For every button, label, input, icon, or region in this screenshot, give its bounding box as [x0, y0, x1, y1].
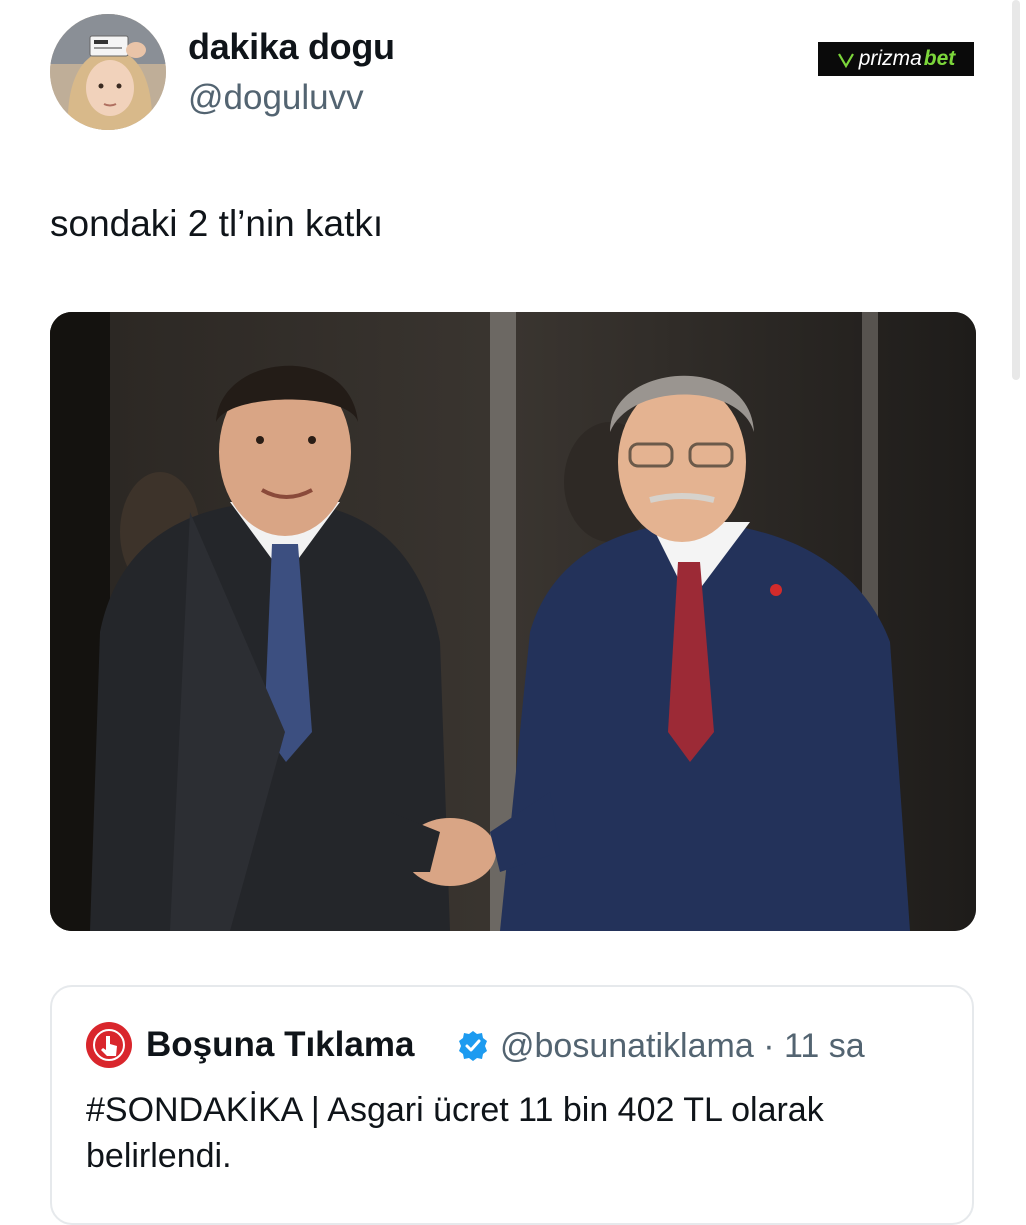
tweet-photo[interactable] — [50, 312, 976, 931]
quoted-account-avatar-icon[interactable] — [86, 1022, 132, 1068]
author-handle[interactable]: @doguluvv — [188, 78, 364, 118]
quoted-timestamp[interactable]: 11 sa — [784, 1027, 865, 1065]
author-avatar[interactable] — [50, 14, 166, 130]
avatar-image — [50, 14, 166, 130]
quoted-meta: @bosunatiklama · 11 sa — [500, 1027, 865, 1066]
quoted-display-name[interactable]: Boşuna Tıklama — [146, 1025, 414, 1065]
photo-image — [50, 312, 976, 931]
watermark-prefix: prizma — [858, 47, 922, 70]
quoted-tweet[interactable]: Boşuna Tıklama @bosunatiklama · 11 sa #S… — [50, 985, 974, 1225]
watermark-logo: prizma bet — [818, 42, 974, 76]
author-display-name[interactable]: dakika dogu — [188, 26, 395, 68]
scrollbar[interactable] — [1012, 0, 1020, 380]
tweet-text: sondaki 2 tl’nin katkı — [50, 203, 384, 244]
quoted-tweet-text: #SONDAKİKA | Asgari ücret 11 bin 402 TL … — [86, 1091, 824, 1175]
watermark-suffix: bet — [923, 47, 956, 70]
quoted-handle[interactable]: @bosunatiklama — [500, 1027, 754, 1065]
verified-badge-icon — [459, 1031, 487, 1061]
meta-separator: · — [763, 1027, 775, 1065]
check-triangle-icon — [837, 53, 854, 68]
